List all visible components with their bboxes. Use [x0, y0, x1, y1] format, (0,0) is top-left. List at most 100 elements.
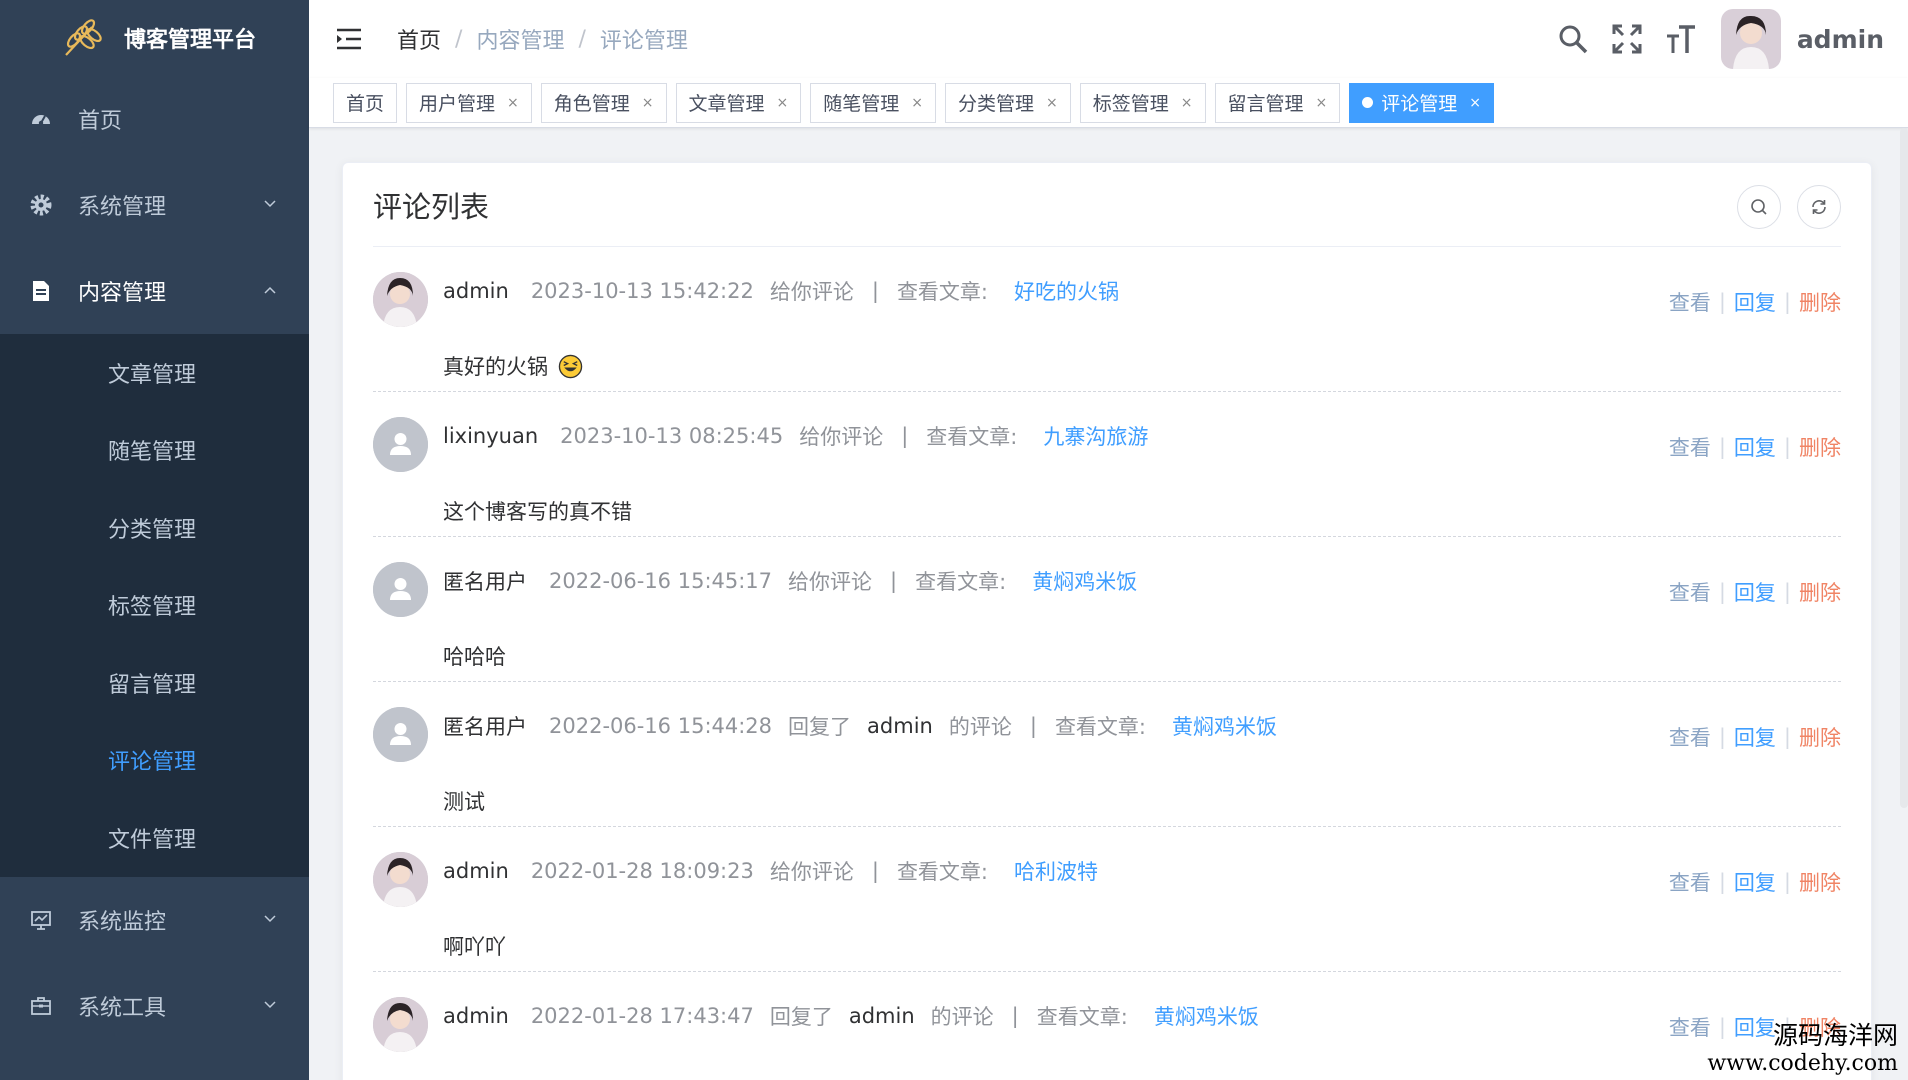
article-link[interactable]: 好吃的火锅 — [1014, 276, 1119, 306]
menu-item-tools[interactable]: 系统工具 — [0, 963, 309, 1049]
submenu-item-essay[interactable]: 随笔管理 — [0, 412, 309, 490]
view-button[interactable]: 查看 — [1669, 287, 1711, 317]
comment-actions: 查看 | 回复 | 删除 — [1669, 722, 1841, 752]
comment-time: 2023-10-13 08:25:45 — [560, 424, 784, 448]
comment-text: 哈哈哈 — [443, 645, 506, 669]
comment-time: 2023-10-13 15:42:22 — [530, 279, 754, 303]
comment-meta: admin 2023-10-13 15:42:22 给你评论 | 查看文章: 好… — [443, 276, 1119, 306]
view-article-label: 查看文章: — [1054, 715, 1147, 739]
menu-label: 系统工具 — [78, 995, 167, 1021]
reply-button[interactable]: 回复 — [1734, 722, 1776, 752]
article-link[interactable]: 哈利波特 — [1014, 856, 1098, 886]
fullscreen-icon[interactable] — [1611, 23, 1643, 55]
comment-meta: lixinyuan 2023-10-13 08:25:45 给你评论 | 查看文… — [443, 421, 1148, 451]
comment-text: 测试 — [443, 790, 485, 814]
article-link[interactable]: 黄焖鸡米饭 — [1172, 711, 1277, 741]
tag-label: 标签管理 — [1092, 93, 1169, 115]
delete-button[interactable]: 删除 — [1799, 722, 1841, 752]
breadcrumb-item-comment: 评论管理 — [599, 29, 688, 54]
close-icon[interactable]: × — [911, 95, 923, 111]
close-icon[interactable]: × — [1046, 95, 1058, 111]
comment-content: 这个博客写的真不错 — [443, 496, 632, 526]
comment-content: 真好的火锅 — [443, 351, 583, 381]
reply-button[interactable]: 回复 — [1734, 287, 1776, 317]
default-avatar-icon — [373, 707, 428, 762]
tag-home[interactable]: 首页 — [333, 82, 398, 123]
search-icon[interactable] — [1557, 23, 1589, 55]
default-avatar-icon — [373, 417, 428, 472]
comment-item: admin 2022-01-28 18:09:23 给你评论 | 查看文章: 哈… — [373, 827, 1841, 972]
close-icon[interactable]: × — [507, 95, 519, 111]
close-icon[interactable]: × — [777, 95, 789, 111]
delete-button[interactable]: 删除 — [1799, 577, 1841, 607]
menu-item-system[interactable]: 系统管理 — [0, 162, 309, 248]
breadcrumb-separator: / — [578, 26, 586, 52]
tag-essay[interactable]: 随笔管理 × — [810, 82, 937, 123]
view-button[interactable]: 查看 — [1669, 867, 1711, 897]
submenu-item-tag[interactable]: 标签管理 — [0, 567, 309, 645]
menu-item-home[interactable]: 首页 — [0, 76, 309, 162]
user-avatar[interactable] — [1720, 9, 1781, 69]
delete-button[interactable]: 删除 — [1799, 287, 1841, 317]
close-icon[interactable]: × — [642, 95, 654, 111]
reply-to-user: admin — [848, 1004, 915, 1028]
comment-time: 2022-01-28 17:43:47 — [530, 1004, 754, 1028]
close-icon[interactable]: × — [1469, 95, 1481, 111]
view-button[interactable]: 查看 — [1669, 722, 1711, 752]
tag-role[interactable]: 角色管理 × — [540, 82, 667, 123]
comment-content: 啊吖吖 — [443, 931, 506, 961]
tag-tag[interactable]: 标签管理 × — [1079, 82, 1206, 123]
font-size-icon[interactable] — [1665, 23, 1697, 55]
navbar-right: admin — [1557, 0, 1884, 78]
view-article-label: 查看文章: — [1036, 1005, 1128, 1029]
view-button[interactable]: 查看 — [1669, 432, 1711, 462]
view-button[interactable]: 查看 — [1669, 577, 1711, 607]
breadcrumb-separator: / — [455, 26, 463, 52]
action-separator: | — [1783, 580, 1791, 604]
submenu-item-file[interactable]: 文件管理 — [0, 799, 309, 877]
close-icon[interactable]: × — [1181, 95, 1193, 111]
submenu-item-comment[interactable]: 评论管理 — [0, 722, 309, 800]
action-separator: | — [1783, 435, 1791, 459]
close-icon[interactable]: × — [1316, 95, 1328, 111]
refresh-icon — [1812, 200, 1826, 214]
submenu-item-category[interactable]: 分类管理 — [0, 489, 309, 567]
submenu-item-article[interactable]: 文章管理 — [0, 334, 309, 412]
submenu-item-message[interactable]: 留言管理 — [0, 644, 309, 722]
tag-message[interactable]: 留言管理 × — [1214, 82, 1341, 123]
tag-user[interactable]: 用户管理 × — [406, 82, 532, 123]
article-link[interactable]: 九寨沟旅游 — [1043, 421, 1148, 451]
logo-title: 博客管理平台 — [124, 28, 257, 53]
tag-comment[interactable]: 评论管理 × — [1349, 82, 1495, 123]
comment-action-label: 给你评论 — [788, 570, 873, 594]
comment-user: lixinyuan — [443, 424, 539, 448]
reply-button[interactable]: 回复 — [1734, 432, 1776, 462]
delete-button[interactable]: 删除 — [1799, 432, 1841, 462]
comment-user: admin — [443, 859, 509, 883]
whose-comment-label: 的评论 — [930, 1005, 994, 1029]
menu-item-monitor[interactable]: 系统监控 — [0, 877, 309, 963]
search-toggle-button[interactable] — [1737, 185, 1781, 229]
view-article-label: 查看文章: — [896, 280, 989, 304]
article-link[interactable]: 黄焖鸡米饭 — [1032, 566, 1137, 596]
menu-item-content[interactable]: 内容管理 — [0, 248, 309, 334]
comment-card: 评论列表 admin 2023-10-13 15:42:22 给你评论 | 查看… — [342, 162, 1872, 1080]
username[interactable]: admin — [1797, 25, 1884, 54]
toolbox-icon — [28, 993, 54, 1019]
reply-button[interactable]: 回复 — [1734, 577, 1776, 607]
hamburger-icon[interactable] — [335, 27, 363, 51]
breadcrumb-item-home[interactable]: 首页 — [397, 23, 441, 55]
tag-article[interactable]: 文章管理 × — [675, 82, 802, 123]
delete-button[interactable]: 删除 — [1799, 867, 1841, 897]
refresh-button[interactable] — [1797, 185, 1841, 229]
page-scrollbar[interactable] — [1900, 128, 1908, 808]
navbar: 首页 / 内容管理 / 评论管理 admin — [309, 0, 1908, 78]
monitor-icon — [28, 907, 54, 933]
reply-button[interactable]: 回复 — [1734, 867, 1776, 897]
article-link[interactable]: 黄焖鸡米饭 — [1154, 1001, 1259, 1031]
view-button[interactable]: 查看 — [1669, 1012, 1711, 1042]
tag-category[interactable]: 分类管理 × — [945, 82, 1071, 123]
tags-view: 首页 用户管理 × 角色管理 × 文章管理 × 随笔管理 × 分类管理 × 标签管理 × 留… — [309, 78, 1908, 128]
logo[interactable]: 博客管理平台 — [0, 0, 309, 76]
reply-to-user: admin — [867, 714, 933, 738]
